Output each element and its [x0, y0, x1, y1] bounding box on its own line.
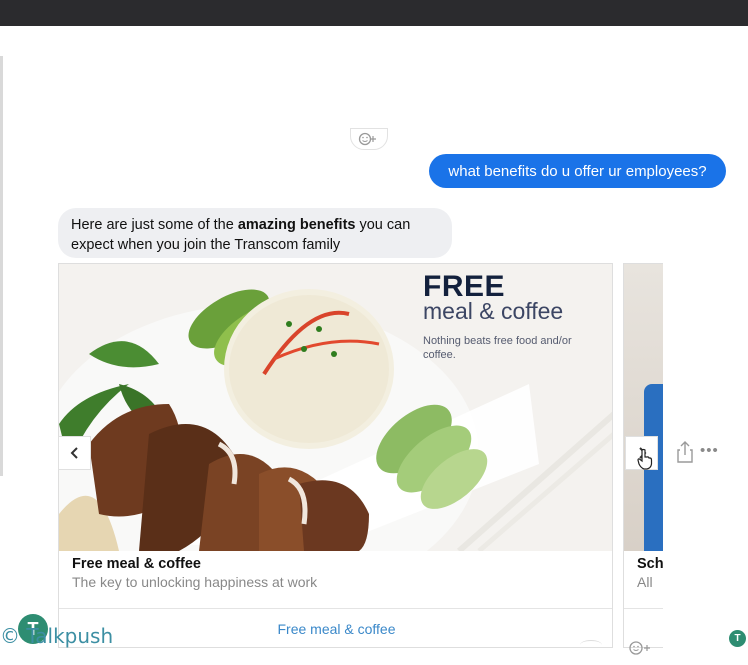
incoming-message-bold: amazing benefits [237, 217, 356, 233]
left-edge [0, 26, 10, 665]
card2-subtitle: All [637, 574, 653, 590]
promo-subheadline: meal & coffee [423, 298, 564, 324]
more-options-icon[interactable]: ••• [700, 443, 719, 458]
carousel-card-1[interactable]: FREE meal & coffee Nothing beats free fo… [58, 263, 613, 648]
faint-reaction-indicator [580, 640, 602, 650]
smiley-icon [629, 641, 650, 655]
card-image: FREE meal & coffee Nothing beats free fo… [59, 264, 612, 551]
card2-title: Sch [637, 556, 663, 572]
card2-divider [624, 608, 663, 609]
card-divider [59, 608, 612, 609]
outgoing-message-bubble: what benefits do u offer ur employees? [429, 154, 726, 188]
smiley-icon [358, 132, 376, 146]
share-icon[interactable] [676, 440, 694, 464]
watermark-text: © Talkpush [0, 624, 114, 648]
promo-tagline: Nothing beats free food and/or coffee. [423, 335, 572, 361]
carousel-prev-button[interactable] [58, 436, 91, 470]
left-edge-bar [0, 56, 3, 476]
chevron-left-icon [70, 447, 78, 459]
window-top-bar [0, 0, 748, 26]
card-action-button[interactable]: Free meal & coffee [59, 616, 612, 642]
incoming-message-bubble: Here are just some of the amazing benefi… [58, 208, 452, 258]
incoming-message-text: Here are just some of the [71, 217, 238, 233]
card-title: Free meal & coffee [72, 556, 201, 572]
card2-image [624, 264, 663, 551]
reaction-button[interactable] [350, 128, 388, 150]
hand-cursor-icon [637, 448, 653, 470]
reaction-button-2[interactable] [626, 637, 656, 659]
bot-avatar: T [729, 630, 746, 647]
card-subtitle: The key to unlocking happiness at work [72, 574, 318, 590]
